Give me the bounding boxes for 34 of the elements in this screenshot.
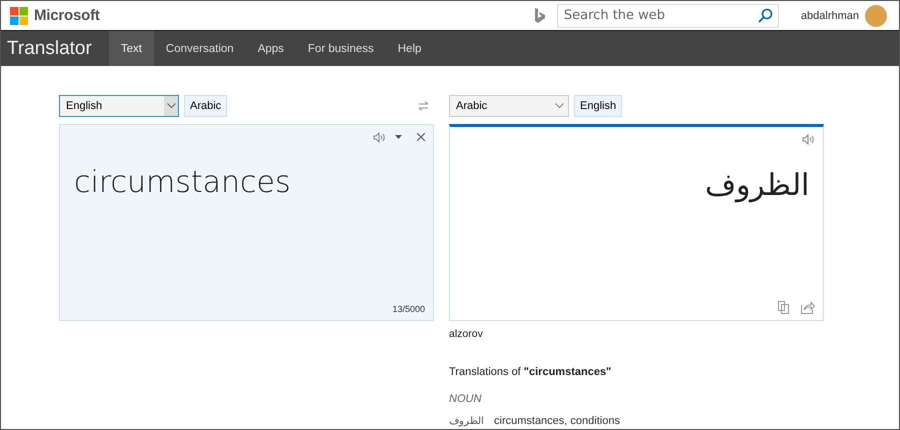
source-language-select[interactable]: English — [59, 95, 179, 117]
transliteration: alzorov — [449, 328, 484, 340]
term-meanings: circumstances, conditions — [494, 415, 620, 427]
copy-icon[interactable] — [778, 300, 789, 314]
brand-name: Microsoft — [34, 7, 100, 24]
source-text: circumstances — [73, 164, 292, 202]
translated-text: الظروف — [704, 167, 810, 205]
app-title: Translator — [6, 36, 93, 60]
character-count: 13/5000 — [391, 304, 425, 314]
chevron-down-icon — [166, 103, 176, 109]
share-icon[interactable] — [801, 300, 815, 314]
nav-tab[interactable]: Conversation — [154, 31, 246, 66]
dictionary-heading: Translations of "circumstances" — [449, 366, 612, 378]
arabic-term[interactable]: الظروف — [449, 415, 494, 427]
nav-tab[interactable]: Text — [108, 31, 154, 66]
language-button[interactable]: English — [574, 95, 622, 117]
target-language-select[interactable]: Arabic — [449, 95, 569, 117]
nav-tab[interactable]: Apps — [246, 31, 296, 66]
source-text-area[interactable]: circumstances 13/5000 — [59, 124, 434, 321]
nav-tab[interactable]: Help — [386, 31, 434, 66]
speaker-icon[interactable] — [802, 134, 815, 144]
swap-icon[interactable] — [418, 101, 429, 111]
chevron-down-icon — [555, 103, 564, 109]
bing-logo-icon — [534, 8, 545, 23]
speaker-icon[interactable] — [373, 132, 386, 142]
search-field[interactable]: Search the web — [556, 4, 779, 28]
part-of-speech: NOUN — [449, 393, 482, 405]
language-button[interactable]: Arabic — [184, 95, 228, 117]
close-icon[interactable] — [417, 133, 425, 141]
avatar-icon[interactable] — [865, 4, 887, 26]
logo-icon — [10, 6, 28, 24]
user-name[interactable]: abdalrhman — [800, 10, 859, 22]
dropdown-caret-icon[interactable] — [395, 135, 402, 139]
nav-tab[interactable]: For business — [296, 31, 386, 66]
